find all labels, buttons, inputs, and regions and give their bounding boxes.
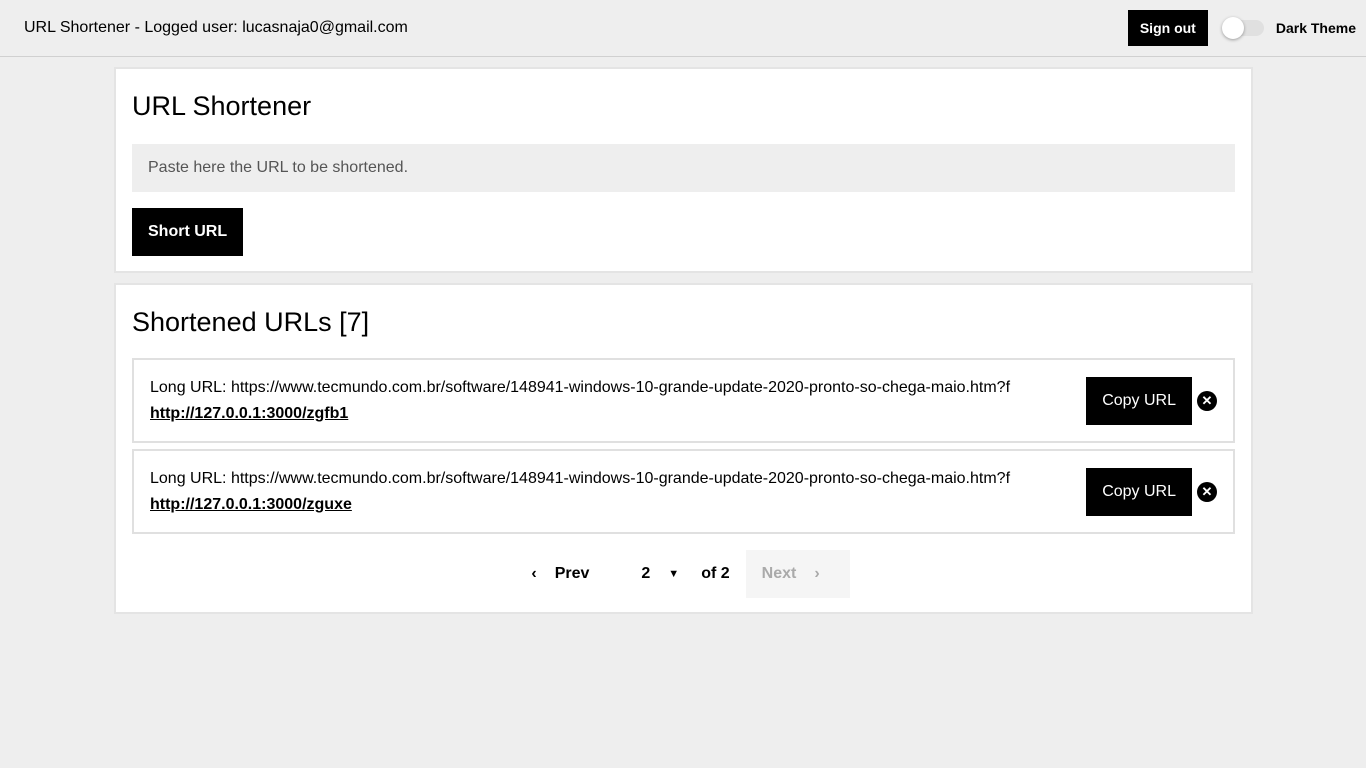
short-url-button[interactable]: Short URL bbox=[132, 208, 244, 256]
list-item: Long URL: https://www.tecmundo.com.br/so… bbox=[132, 449, 1235, 534]
page-select[interactable]: 2 ▼ bbox=[627, 550, 693, 598]
next-button[interactable]: Next › bbox=[745, 550, 850, 598]
dark-theme-label: Dark Theme bbox=[1275, 20, 1356, 36]
short-url-link[interactable]: http://127.0.0.1:3000/zguxe bbox=[150, 496, 352, 513]
pagination: ‹ Prev 2 ▼ of 2 Next › bbox=[132, 550, 1235, 598]
long-url: Long URL: https://www.tecmundo.com.br/so… bbox=[150, 469, 1011, 487]
page-total: of 2 bbox=[701, 565, 730, 582]
dark-theme-toggle[interactable] bbox=[1221, 17, 1264, 39]
chevron-right-icon: › bbox=[814, 565, 820, 582]
short-url-link[interactable]: http://127.0.0.1:3000/zgfb1 bbox=[150, 405, 348, 422]
shortened-urls-card: Shortened URLs [7] Long URL: https://www… bbox=[114, 283, 1253, 614]
delete-icon[interactable]: ✕ bbox=[1197, 390, 1217, 411]
shortener-card: URL Shortener Paste here the URL to be s… bbox=[114, 67, 1253, 273]
url-input[interactable]: Paste here the URL to be shortened. bbox=[132, 144, 1235, 192]
shortener-title: URL Shortener bbox=[132, 91, 312, 121]
toggle-knob[interactable] bbox=[1221, 17, 1244, 39]
top-bar: URL Shortener - Logged user: lucasnaja0@… bbox=[0, 0, 1366, 57]
next-label: Next bbox=[761, 565, 797, 582]
sign-out-button[interactable]: Sign out bbox=[1127, 10, 1208, 46]
prev-button[interactable]: ‹ Prev bbox=[517, 550, 603, 598]
list-item: Long URL: https://www.tecmundo.com.br/so… bbox=[132, 358, 1235, 443]
caret-down-icon: ▼ bbox=[668, 568, 680, 580]
copy-url-button[interactable]: Copy URL bbox=[1086, 376, 1192, 425]
shortened-urls-title: Shortened URLs [7] bbox=[132, 307, 370, 337]
url-input-placeholder: Paste here the URL to be shortened. bbox=[148, 159, 409, 176]
long-url: Long URL: https://www.tecmundo.com.br/so… bbox=[150, 378, 1011, 396]
copy-url-button[interactable]: Copy URL bbox=[1086, 467, 1192, 516]
page-value: 2 bbox=[641, 565, 651, 582]
prev-label: Prev bbox=[554, 565, 590, 582]
app-title: URL Shortener - Logged user: lucasnaja0@… bbox=[24, 19, 408, 36]
delete-icon[interactable]: ✕ bbox=[1197, 481, 1217, 502]
chevron-left-icon: ‹ bbox=[531, 565, 537, 582]
